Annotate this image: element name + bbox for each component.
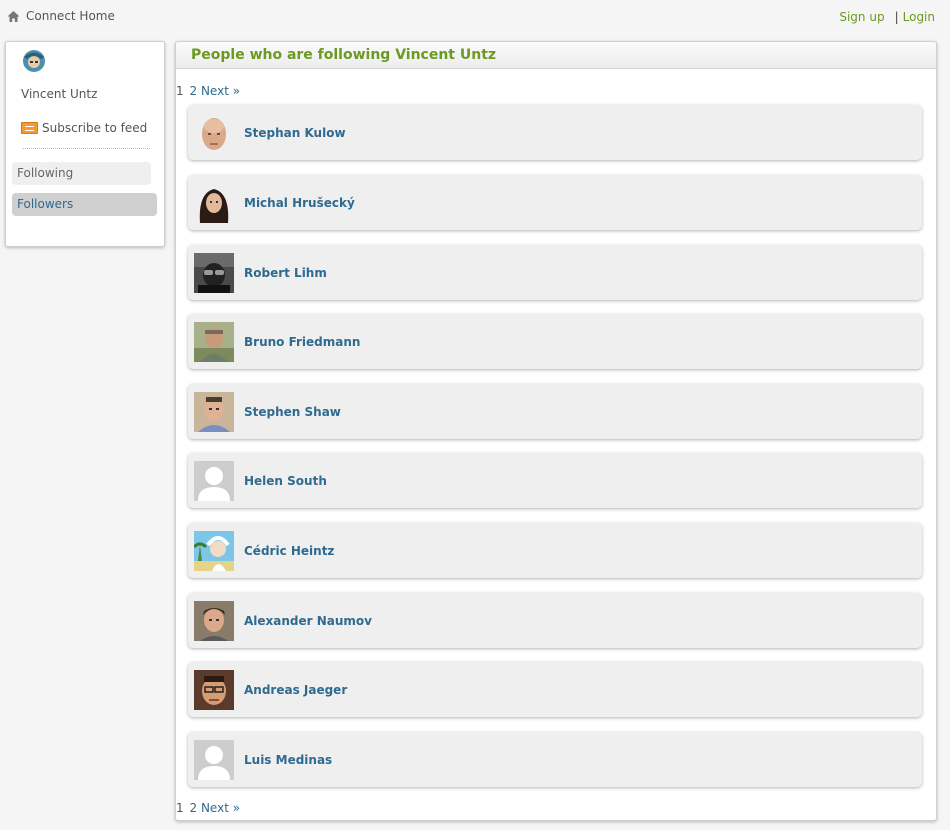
list-item[interactable]: Alexander Naumov xyxy=(188,593,922,648)
avatar[interactable] xyxy=(194,461,234,501)
home-icon xyxy=(7,10,20,23)
followers-panel: People who are following Vincent Untz 1 … xyxy=(175,41,937,821)
avatar[interactable] xyxy=(194,113,234,153)
avatar[interactable] xyxy=(194,392,234,432)
avatar[interactable] xyxy=(194,601,234,641)
page-2-link[interactable]: 2 xyxy=(189,801,197,815)
list-item[interactable]: Michal Hrušecký xyxy=(188,175,922,230)
user-avatar-icon xyxy=(21,48,47,77)
subscribe-feed-label: Subscribe to feed xyxy=(42,121,148,135)
sidebar-item-following[interactable]: Following xyxy=(12,162,151,185)
page-title: People who are following Vincent Untz xyxy=(191,47,497,63)
auth-separator: | xyxy=(894,10,899,24)
rss-icon xyxy=(21,122,38,134)
list-item[interactable]: Andreas Jaeger xyxy=(188,662,922,717)
home-label: Connect Home xyxy=(26,9,115,23)
auth-links: Sign up | Login xyxy=(839,10,935,24)
avatar[interactable] xyxy=(194,531,234,571)
avatar[interactable] xyxy=(194,183,234,223)
person-name-link[interactable]: Robert Lihm xyxy=(244,266,327,280)
person-name-link[interactable]: Helen South xyxy=(244,474,327,488)
person-name-link[interactable]: Alexander Naumov xyxy=(244,614,372,628)
list-item[interactable]: Bruno Friedmann xyxy=(188,314,922,369)
subscribe-feed-link[interactable]: Subscribe to feed xyxy=(21,121,147,135)
list-item[interactable]: Stephen Shaw xyxy=(188,384,922,439)
top-bar: Connect Home Sign up | Login xyxy=(0,0,950,34)
person-name-link[interactable]: Andreas Jaeger xyxy=(244,683,347,697)
person-name-link[interactable]: Stephan Kulow xyxy=(244,126,346,140)
next-page-link[interactable]: Next » xyxy=(201,84,240,98)
panel-header: People who are following Vincent Untz xyxy=(176,42,936,69)
sidebar-item-followers[interactable]: Followers xyxy=(12,193,157,216)
list-item[interactable]: Helen South xyxy=(188,453,922,508)
login-link[interactable]: Login xyxy=(903,10,935,24)
connect-home-link[interactable]: Connect Home xyxy=(7,9,115,23)
current-page: 1 xyxy=(176,84,184,98)
page-2-link[interactable]: 2 xyxy=(189,84,197,98)
list-item[interactable]: Robert Lihm xyxy=(188,245,922,300)
sidebar-divider xyxy=(23,148,150,149)
list-item[interactable]: Luis Medinas xyxy=(188,732,922,787)
next-page-link[interactable]: Next » xyxy=(201,801,240,815)
pagination-bottom: 1 2 Next » xyxy=(176,801,240,815)
avatar[interactable] xyxy=(194,670,234,710)
avatar[interactable] xyxy=(194,740,234,780)
person-name-link[interactable]: Stephen Shaw xyxy=(244,405,341,419)
current-page: 1 xyxy=(176,801,184,815)
person-name-link[interactable]: Cédric Heintz xyxy=(244,544,334,558)
profile-name: Vincent Untz xyxy=(21,87,98,101)
profile-sidebar: Vincent Untz Subscribe to feed Following… xyxy=(5,41,165,247)
person-name-link[interactable]: Michal Hrušecký xyxy=(244,196,355,210)
list-item[interactable]: Stephan Kulow xyxy=(188,105,922,160)
pagination-top: 1 2 Next » xyxy=(176,84,240,98)
signup-link[interactable]: Sign up xyxy=(839,10,884,24)
avatar[interactable] xyxy=(194,253,234,293)
list-item[interactable]: Cédric Heintz xyxy=(188,523,922,578)
avatar[interactable] xyxy=(194,322,234,362)
person-name-link[interactable]: Luis Medinas xyxy=(244,753,332,767)
person-name-link[interactable]: Bruno Friedmann xyxy=(244,335,360,349)
